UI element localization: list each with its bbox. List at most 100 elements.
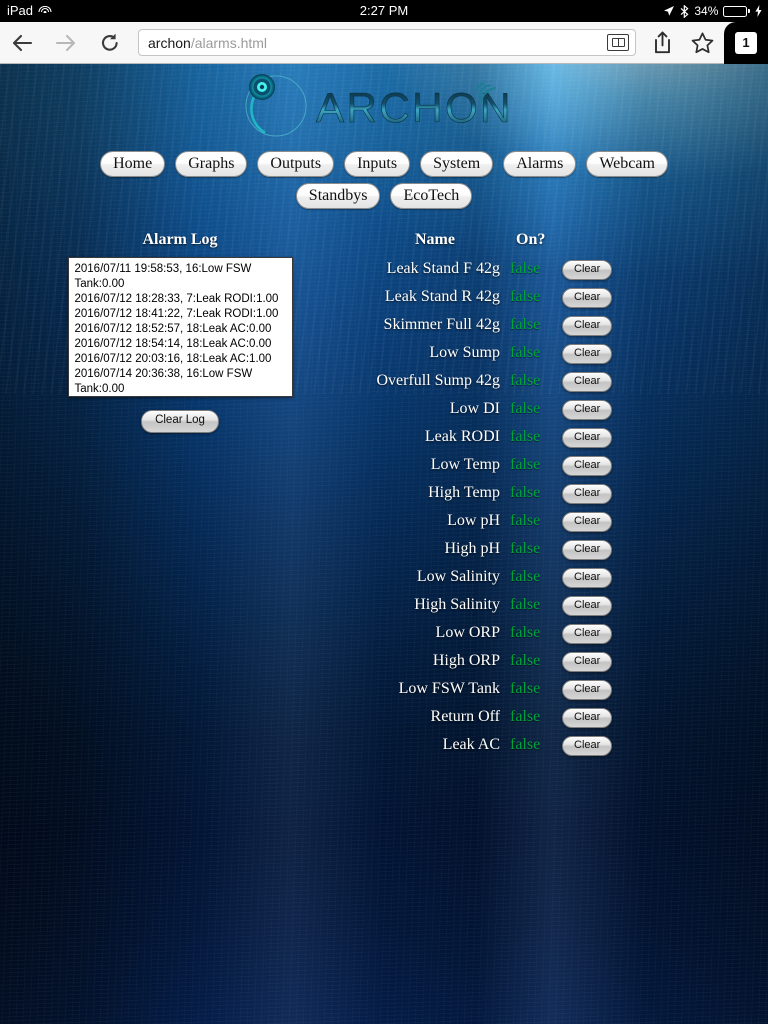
alarm-name: Overfull Sump 42g	[360, 367, 510, 395]
nav-item-ecotech[interactable]: EcoTech	[390, 183, 472, 209]
clear-alarm-button[interactable]: Clear	[562, 288, 612, 308]
clear-alarm-button[interactable]: Clear	[562, 400, 612, 420]
clear-alarm-button[interactable]: Clear	[562, 708, 612, 728]
alarm-action-cell: Clear	[562, 675, 632, 703]
alarm-row: Low SalinityfalseClear	[360, 563, 632, 591]
alarm-state-value: false	[510, 675, 562, 703]
clear-alarm-button[interactable]: Clear	[562, 624, 612, 644]
column-header-name: Name	[360, 231, 510, 255]
alarm-row: High SalinityfalseClear	[360, 591, 632, 619]
alarm-state-value: false	[510, 563, 562, 591]
nav-item-webcam[interactable]: Webcam	[586, 151, 668, 177]
clear-alarm-button[interactable]: Clear	[562, 568, 612, 588]
site-header: ARCHON	[0, 64, 768, 142]
alarm-name: High pH	[360, 535, 510, 563]
location-arrow-icon	[663, 5, 675, 17]
alarm-row: High TempfalseClear	[360, 479, 632, 507]
clear-alarm-button[interactable]: Clear	[562, 680, 612, 700]
url-bar[interactable]: archon/alarms.html	[138, 29, 636, 56]
reload-icon	[100, 33, 120, 53]
alarm-name: Low Salinity	[360, 563, 510, 591]
clear-alarm-button[interactable]: Clear	[562, 512, 612, 532]
wifi-icon	[38, 6, 52, 17]
clear-alarm-button[interactable]: Clear	[562, 484, 612, 504]
page-background: ARCHON Home Graphs Outputs Inputs System…	[0, 64, 768, 1024]
alarm-action-cell: Clear	[562, 507, 632, 535]
reload-button[interactable]	[88, 22, 132, 64]
alarm-action-cell: Clear	[562, 367, 632, 395]
nav-item-home[interactable]: Home	[100, 151, 165, 177]
nav-item-inputs[interactable]: Inputs	[344, 151, 410, 177]
clear-alarm-button[interactable]: Clear	[562, 316, 612, 336]
alarm-name: High ORP	[360, 647, 510, 675]
nav-item-standbys[interactable]: Standbys	[296, 183, 381, 209]
url-host: archon	[148, 35, 191, 51]
alarm-state-value: false	[510, 731, 562, 759]
clear-alarm-button[interactable]: Clear	[562, 428, 612, 448]
alarms-table-body: Leak Stand F 42gfalseClearLeak Stand R 4…	[360, 255, 632, 759]
archon-logo: ARCHON	[234, 70, 534, 142]
column-header-action	[562, 231, 632, 255]
alarm-action-cell: Clear	[562, 591, 632, 619]
ios-status-bar: iPad 2:27 PM 34%	[0, 0, 768, 22]
alarm-name: Leak AC	[360, 731, 510, 759]
alarm-state-value: false	[510, 647, 562, 675]
alarm-log-entry: 2016/07/14 20:36:38, 16:Low FSW Tank:0.0…	[75, 367, 286, 397]
nav-item-outputs[interactable]: Outputs	[257, 151, 334, 177]
alarm-row: Low ORPfalseClear	[360, 619, 632, 647]
alarm-state-value: false	[510, 479, 562, 507]
clear-alarm-button[interactable]: Clear	[562, 540, 612, 560]
main-content: Alarm Log 2016/07/11 19:58:53, 16:Low FS…	[0, 231, 768, 759]
alarm-action-cell: Clear	[562, 395, 632, 423]
alarm-action-cell: Clear	[562, 703, 632, 731]
alarm-state-value: false	[510, 619, 562, 647]
alarm-action-cell: Clear	[562, 339, 632, 367]
alarm-row: Leak RODIfalseClear	[360, 423, 632, 451]
nav-item-system[interactable]: System	[420, 151, 493, 177]
alarm-action-cell: Clear	[562, 283, 632, 311]
alarms-table-head: Name On?	[360, 231, 632, 255]
clear-alarm-button[interactable]: Clear	[562, 652, 612, 672]
alarm-state-value: false	[510, 591, 562, 619]
alarm-row: Low DIfalseClear	[360, 395, 632, 423]
bookmark-button[interactable]	[682, 22, 722, 64]
clear-alarm-button[interactable]: Clear	[562, 260, 612, 280]
alarm-row: Low pHfalseClear	[360, 507, 632, 535]
alarm-action-cell: Clear	[562, 451, 632, 479]
clear-alarm-button[interactable]: Clear	[562, 344, 612, 364]
alarm-name: Low ORP	[360, 619, 510, 647]
main-navigation: Home Graphs Outputs Inputs System Alarms…	[0, 151, 768, 209]
clear-log-button[interactable]: Clear Log	[141, 410, 219, 432]
nav-item-graphs[interactable]: Graphs	[175, 151, 247, 177]
clear-alarm-button[interactable]: Clear	[562, 736, 612, 756]
battery-percent-label: 34%	[694, 0, 718, 22]
alarm-state-value: false	[510, 311, 562, 339]
tab-count-button[interactable]: 1	[724, 22, 768, 64]
alarm-row: Low SumpfalseClear	[360, 339, 632, 367]
nav-item-alarms[interactable]: Alarms	[503, 151, 576, 177]
status-bar-right: 34%	[663, 0, 768, 22]
reader-view-icon[interactable]	[607, 34, 629, 51]
status-bar-left: iPad	[0, 0, 52, 22]
clear-alarm-button[interactable]: Clear	[562, 596, 612, 616]
bluetooth-icon	[680, 5, 689, 18]
forward-button[interactable]	[44, 22, 88, 64]
alarm-state-value: false	[510, 423, 562, 451]
clear-alarm-button[interactable]: Clear	[562, 456, 612, 476]
alarm-name: Skimmer Full 42g	[360, 311, 510, 339]
alarm-row: Leak Stand F 42gfalseClear	[360, 255, 632, 283]
alarm-name: Leak Stand F 42g	[360, 255, 510, 283]
alarm-action-cell: Clear	[562, 731, 632, 759]
back-button[interactable]	[0, 22, 44, 64]
clear-alarm-button[interactable]: Clear	[562, 372, 612, 392]
alarm-log-textarea[interactable]: 2016/07/11 19:58:53, 16:Low FSW Tank:0.0…	[68, 257, 293, 397]
alarm-state-value: false	[510, 451, 562, 479]
share-button[interactable]	[642, 22, 682, 64]
alarms-table-header-row: Name On?	[360, 231, 632, 255]
alarm-name: High Salinity	[360, 591, 510, 619]
alarm-log-entry: 2016/07/12 18:52:57, 18:Leak AC:0.00	[75, 322, 286, 337]
alarm-action-cell: Clear	[562, 563, 632, 591]
column-header-on: On?	[510, 231, 562, 255]
device-name-label: iPad	[7, 0, 33, 22]
share-icon	[653, 31, 672, 54]
